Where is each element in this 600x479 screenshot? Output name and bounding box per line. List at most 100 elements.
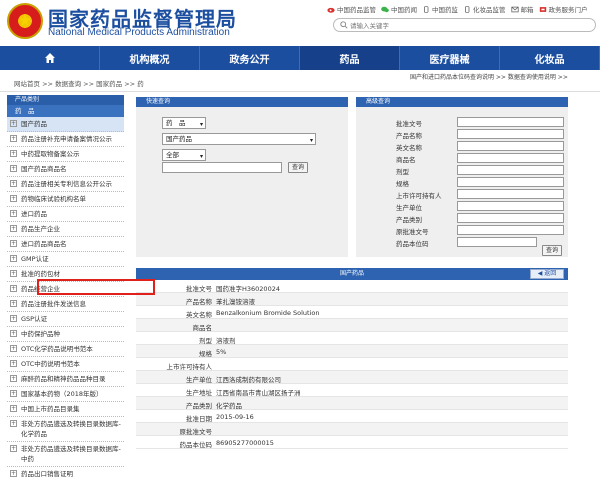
advanced-field-label: 剂型 xyxy=(396,168,409,176)
result-row: 商品名 xyxy=(136,319,568,332)
top-link-wechat[interactable]: 中国药闻 xyxy=(381,4,417,14)
advanced-field-input[interactable] xyxy=(457,201,564,211)
advanced-field-label: 商品名 xyxy=(396,156,416,164)
sidebar-item[interactable]: + 国家基本药物（2018年版） xyxy=(7,387,124,402)
advanced-field-input[interactable] xyxy=(457,189,564,199)
result-panel: 国产药品 ◀ 返回 批准文号 国药准字H36020024 产品名称 苯扎溴铵溶液 英文名… xyxy=(136,268,568,479)
advanced-field-input[interactable] xyxy=(457,225,564,235)
link-code-query-help[interactable]: 国产和进口药品本位码查询说明 >> xyxy=(410,74,506,81)
sidebar-item[interactable]: + 进口药品商品名 xyxy=(7,237,124,252)
site-header: 国家药品监督管理局 National Medical Products Admi… xyxy=(0,0,600,46)
sidebar-item-label: 进口药品 xyxy=(21,210,47,218)
advanced-search-panel: 高级查询 批准文号 产品名称 英文名称 商品名 剂型 规格 上市许可持有人 生产单位 产品类别原… xyxy=(356,97,568,257)
advanced-field-input[interactable] xyxy=(457,141,564,151)
result-row: 批准文号 国药准字H36020024 xyxy=(136,280,568,293)
sidebar-item[interactable]: + 中国上市药品目录集 xyxy=(7,402,124,417)
sidebar-item[interactable]: + 进口药品 xyxy=(7,207,124,222)
breadcrumb-home[interactable]: 网站首页 xyxy=(14,80,40,88)
sidebar-item[interactable]: + 药品注册相关专利信息公开公示 xyxy=(7,177,124,192)
expand-icon: + xyxy=(10,120,17,127)
advanced-field-input[interactable] xyxy=(457,177,564,187)
top-link-label: 化妆品监管 xyxy=(473,6,506,14)
sidebar-item[interactable]: + 国产药品 xyxy=(7,117,124,132)
sidebar-item[interactable]: + 非处方药品遴选及转换目录数据库-中药 xyxy=(7,442,124,467)
breadcrumb-national-drugs[interactable]: 国家药品 xyxy=(96,80,122,88)
breadcrumb-data-query[interactable]: 数据查询 xyxy=(55,80,81,88)
chevron-down-icon: ▾ xyxy=(199,153,203,160)
nav-item-drugs[interactable]: 药品 xyxy=(300,46,400,70)
quick-search-title: 快速查询 xyxy=(136,97,348,107)
sidebar-item[interactable]: + 非处方药品遴选及转换目录数据库-化学药品 xyxy=(7,417,124,442)
result-label: 生产地址 xyxy=(186,389,212,397)
advanced-field-input[interactable] xyxy=(457,129,564,139)
expand-icon: + xyxy=(10,180,17,187)
expand-icon: + xyxy=(10,150,17,157)
expand-icon: + xyxy=(10,345,17,352)
back-button[interactable]: ◀ 返回 xyxy=(530,269,564,279)
advanced-field-label: 产品名称 xyxy=(396,132,422,140)
result-value: 2015-09-16 xyxy=(216,413,254,421)
sidebar-item[interactable]: + 麻醉药品和精神药品品种目录 xyxy=(7,372,124,387)
sidebar-item[interactable]: + GSP认证 xyxy=(7,312,124,327)
site-search xyxy=(333,18,596,32)
sidebar-item-label: 非处方药品遴选及转换目录数据库-中药 xyxy=(21,445,121,463)
quick-search-input[interactable] xyxy=(162,162,282,173)
advanced-field-input[interactable] xyxy=(457,165,564,175)
result-value: 苯扎溴铵溶液 xyxy=(216,298,255,306)
top-link-app[interactable]: 化妆品监管 xyxy=(463,4,506,14)
sidebar-item[interactable]: + 药物临床试验机构名单 xyxy=(7,192,124,207)
nav-item-medical-devices[interactable]: 医疗器械 xyxy=(400,46,500,70)
advanced-field-label: 产品类别 xyxy=(396,216,422,224)
nav-item-government-affairs[interactable]: 政务公开 xyxy=(200,46,300,70)
result-label: 产品类别 xyxy=(186,402,212,410)
top-link-label: 政务服务门户 xyxy=(548,6,588,14)
result-rows: 批准文号 国药准字H36020024 产品名称 苯扎溴铵溶液 英文名称 Benzalkon… xyxy=(136,280,568,449)
nav-item-cosmetics[interactable]: 化妆品 xyxy=(500,46,600,70)
advanced-search-button[interactable]: 查询 xyxy=(542,245,562,256)
advanced-field-input[interactable] xyxy=(457,237,537,247)
sidebar-item[interactable]: + 药品出口销售证明 xyxy=(7,467,124,479)
nav-home[interactable] xyxy=(0,46,100,70)
expand-icon: + xyxy=(10,375,17,382)
field-select-value: 全部 xyxy=(166,151,179,159)
advanced-field-label: 药品本位码 xyxy=(396,240,429,248)
advanced-field-input[interactable] xyxy=(457,153,564,163)
sidebar-item[interactable]: + GMP认证 xyxy=(7,252,124,267)
sidebar-item[interactable]: + 中药保护品种 xyxy=(7,327,124,342)
sidebar-item-label: 中药提取物备案公示 xyxy=(21,150,80,158)
advanced-field-input[interactable] xyxy=(457,117,564,127)
sidebar-item[interactable]: + 药品生产企业 xyxy=(7,222,124,237)
sidebar-item-label: 药品注册批件发送信息 xyxy=(21,300,86,308)
expand-icon: + xyxy=(10,330,17,337)
link-data-query-help[interactable]: 数据查询使用说明 >> xyxy=(508,74,568,81)
sidebar-item[interactable]: + OTC中药说明书范本 xyxy=(7,357,124,372)
sidebar-item[interactable]: + 国产药品商品名 xyxy=(7,162,124,177)
category-select[interactable]: 药 品 ▾ xyxy=(162,117,206,129)
result-label: 英文名称 xyxy=(186,311,212,319)
page-root: 国家药品监督管理局 National Medical Products Admi… xyxy=(0,0,600,479)
top-link-weibo[interactable]: 中国药品监管 xyxy=(327,4,376,14)
search-icon[interactable] xyxy=(340,21,348,29)
database-select[interactable]: 国产药品 ▾ xyxy=(162,133,316,145)
sidebar-item[interactable]: + 中药提取物备案公示 xyxy=(7,147,124,162)
sidebar-item[interactable]: + 药品注册批件发送信息 xyxy=(7,297,124,312)
field-select[interactable]: 全部 ▾ xyxy=(162,149,206,161)
chevron-down-icon: ▾ xyxy=(199,121,203,128)
top-link-mobile[interactable]: 中国药监 xyxy=(422,4,458,14)
database-select-value: 国产药品 xyxy=(166,135,192,143)
breadcrumb-current[interactable]: 药 xyxy=(137,80,144,88)
top-link-portal[interactable]: 政务服务门户 xyxy=(539,4,588,14)
sidebar-item-label: 批准的药包材 xyxy=(21,270,60,278)
quick-search-button[interactable]: 查询 xyxy=(288,162,308,173)
nav-item-organization[interactable]: 机构概况 xyxy=(100,46,200,70)
result-value: 5% xyxy=(216,348,227,356)
sidebar-item[interactable]: + 药品注册补充申请备案情况公示 xyxy=(7,132,124,147)
top-link-mail[interactable]: 邮箱 xyxy=(510,4,534,14)
sidebar-subheading: 药 品 xyxy=(7,105,124,117)
advanced-field-label: 上市许可持有人 xyxy=(396,192,442,200)
advanced-field-input[interactable] xyxy=(457,213,564,223)
sidebar-item[interactable]: + OTC化学药品说明书范本 xyxy=(7,342,124,357)
expand-icon: + xyxy=(10,470,17,477)
top-link-label: 中国药品监管 xyxy=(337,6,376,14)
search-input[interactable] xyxy=(350,20,590,31)
